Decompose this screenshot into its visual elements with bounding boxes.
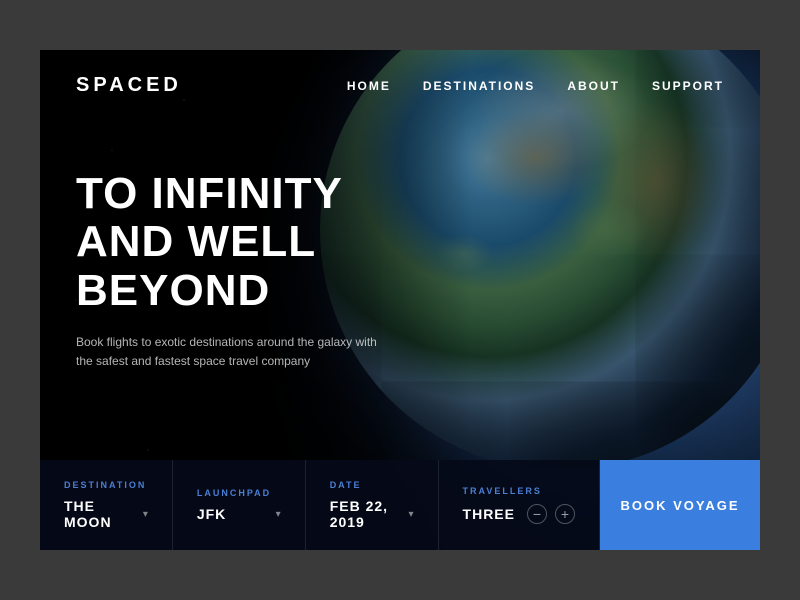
- destination-field[interactable]: DESTINATION THE MOON ▾: [40, 460, 173, 550]
- destination-label: DESTINATION: [64, 480, 148, 490]
- logo: SPACED: [76, 74, 182, 97]
- traveller-controls: − +: [527, 504, 575, 524]
- travellers-field[interactable]: TRAVELLERS THREE − +: [439, 460, 600, 550]
- hero-title-line1: TO INFINITY: [76, 169, 343, 218]
- hero-title-line2: AND WELL BEYOND: [76, 217, 315, 314]
- nav-home[interactable]: HOME: [347, 79, 391, 93]
- date-chevron-icon: ▾: [409, 509, 414, 520]
- hero-content: TO INFINITY AND WELL BEYOND Book flights…: [76, 170, 476, 372]
- page-wrapper: SPACED HOME DESTINATIONS ABOUT SUPPORT T…: [0, 0, 800, 600]
- travellers-increase-button[interactable]: +: [555, 504, 575, 524]
- date-value: FEB 22, 2019: [330, 498, 401, 530]
- destination-value: THE MOON: [64, 498, 135, 530]
- nav-links: HOME DESTINATIONS ABOUT SUPPORT: [347, 79, 724, 93]
- navbar: SPACED HOME DESTINATIONS ABOUT SUPPORT: [40, 50, 760, 121]
- travellers-label: TRAVELLERS: [463, 486, 575, 496]
- travellers-value-row: THREE − +: [463, 504, 575, 524]
- nav-about[interactable]: ABOUT: [567, 79, 620, 93]
- hero-container: SPACED HOME DESTINATIONS ABOUT SUPPORT T…: [40, 50, 760, 550]
- travellers-value: THREE: [463, 506, 515, 522]
- hero-subtitle: Book flights to exotic destinations arou…: [76, 333, 386, 371]
- date-field[interactable]: DATE FEB 22, 2019 ▾: [306, 460, 439, 550]
- hero-title: TO INFINITY AND WELL BEYOND: [76, 170, 476, 315]
- launchpad-value: JFK: [197, 506, 226, 522]
- nav-support[interactable]: SUPPORT: [652, 79, 724, 93]
- booking-fields: DESTINATION THE MOON ▾ LAUNCHPAD JFK ▾: [40, 460, 600, 550]
- launchpad-field[interactable]: LAUNCHPAD JFK ▾: [173, 460, 306, 550]
- travellers-inner: THREE − +: [463, 504, 575, 524]
- date-label: DATE: [330, 480, 414, 490]
- booking-bar: DESTINATION THE MOON ▾ LAUNCHPAD JFK ▾: [40, 460, 760, 550]
- nav-destinations[interactable]: DESTINATIONS: [423, 79, 535, 93]
- launchpad-chevron-icon: ▾: [276, 509, 281, 520]
- travellers-decrease-button[interactable]: −: [527, 504, 547, 524]
- launchpad-value-row: JFK ▾: [197, 506, 281, 522]
- book-voyage-button[interactable]: BOOK VOYAGE: [600, 460, 760, 550]
- date-value-row: FEB 22, 2019 ▾: [330, 498, 414, 530]
- destination-chevron-icon: ▾: [143, 509, 148, 520]
- launchpad-label: LAUNCHPAD: [197, 488, 281, 498]
- destination-value-row: THE MOON ▾: [64, 498, 148, 530]
